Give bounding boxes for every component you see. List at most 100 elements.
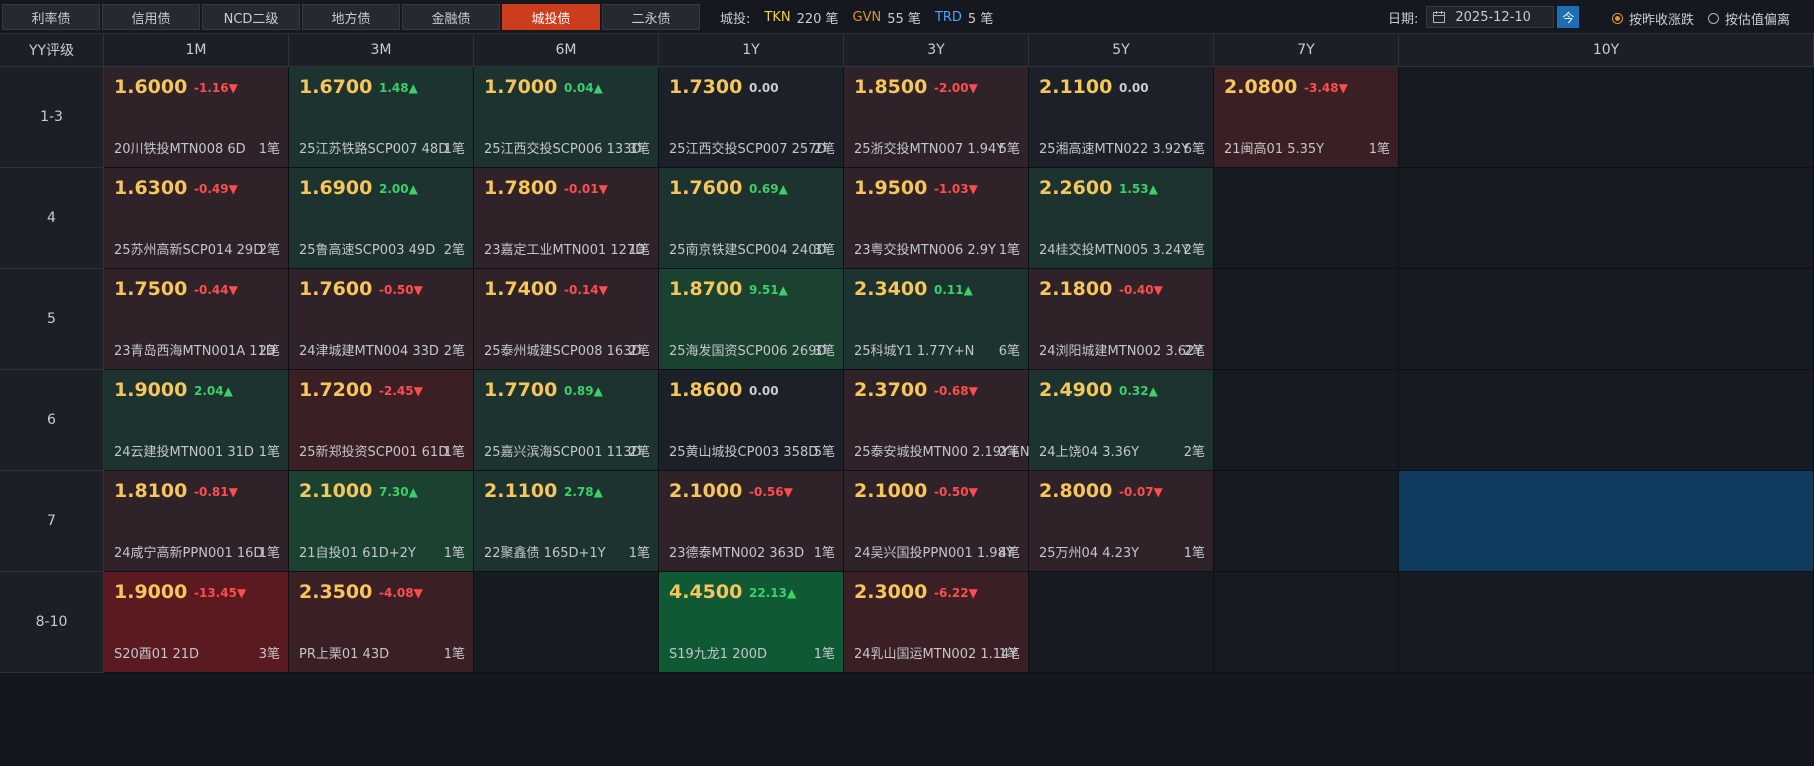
cell-trade-count: 1笔 [628, 546, 650, 561]
yield-cell[interactable]: 1.7700 0.89▲ 25嘉兴滨海SCP001 113D 2笔 [474, 370, 659, 471]
empty-cell[interactable] [1214, 471, 1399, 572]
yield-cell[interactable]: 1.8100 -0.81▼ 24咸宁高新PPN001 16D 1笔 [104, 471, 289, 572]
yield-cell[interactable]: 1.8600 0.00 25黄山城投CP003 358D 5笔 [659, 370, 844, 471]
date-input[interactable]: 2025-12-10 [1426, 6, 1555, 28]
yield-cell[interactable]: 1.7500 -0.44▼ 23青岛西海MTN001A 11D 2笔 [104, 269, 289, 370]
tenor-header[interactable]: 3M [289, 34, 474, 67]
cell-trade-count: 1笔 [998, 647, 1020, 662]
empty-cell[interactable] [1214, 572, 1399, 673]
yield-cell[interactable]: 1.7600 0.69▲ 25南京铁建SCP004 240D 3笔 [659, 168, 844, 269]
cell-bond-name: 24咸宁高新PPN001 16D [114, 546, 264, 561]
cell-trade-count: 1笔 [1368, 142, 1390, 157]
radio-option-0[interactable]: 按昨收涨跌 [1612, 9, 1694, 28]
yield-cell[interactable]: 4.4500 22.13▲ S19九龙1 200D 1笔 [659, 572, 844, 673]
cell-yield: 1.6000 [114, 76, 188, 98]
empty-cell[interactable] [1399, 370, 1814, 471]
cell-trade-count: 5笔 [998, 142, 1020, 157]
yield-cell[interactable]: 1.7600 -0.50▼ 24津城建MTN004 33D 2笔 [289, 269, 474, 370]
empty-cell[interactable] [1214, 370, 1399, 471]
yield-cell[interactable]: 2.1800 -0.40▼ 24浏阳城建MTN002 3.62Y 2笔 [1029, 269, 1214, 370]
tenor-header[interactable]: 6M [474, 34, 659, 67]
tenor-header[interactable]: 10Y [1399, 34, 1814, 67]
yield-cell[interactable]: 2.8000 -0.07▼ 25万州04 4.23Y 1笔 [1029, 471, 1214, 572]
yield-cell[interactable]: 1.8700 9.51▲ 25海发国资SCP006 269D 3笔 [659, 269, 844, 370]
yield-cell[interactable]: 1.6900 2.00▲ 25鲁高速SCP003 49D 2笔 [289, 168, 474, 269]
empty-cell[interactable] [1214, 269, 1399, 370]
cell-trade-count: 2笔 [813, 142, 835, 157]
yield-cell[interactable]: 1.7800 -0.01▼ 23嘉定工业MTN001 127D 1笔 [474, 168, 659, 269]
yield-cell[interactable]: 1.9000 2.04▲ 24云建投MTN001 31D 1笔 [104, 370, 289, 471]
yield-cell[interactable]: 1.9500 -1.03▼ 23粤交投MTN006 2.9Y 1笔 [844, 168, 1029, 269]
tenor-header[interactable]: 1M [104, 34, 289, 67]
cell-yield: 2.3400 [854, 278, 928, 300]
cell-change: -0.44▼ [194, 283, 238, 297]
empty-cell[interactable] [1399, 572, 1814, 673]
tenor-header[interactable]: 3Y [844, 34, 1029, 67]
yield-cell[interactable]: 2.2600 1.53▲ 24桂交投MTN005 3.24Y 2笔 [1029, 168, 1214, 269]
yield-cell[interactable]: 1.6300 -0.49▼ 25苏州高新SCP014 29D 2笔 [104, 168, 289, 269]
empty-cell[interactable] [1399, 168, 1814, 269]
tab-0[interactable]: 利率债 [2, 4, 100, 30]
date-label: 日期: [1388, 11, 1419, 27]
cell-bond-name: 25南京铁建SCP004 240D [669, 243, 827, 258]
yield-cell[interactable]: 2.3500 -4.08▼ PR上栗01 43D 1笔 [289, 572, 474, 673]
yield-cell[interactable]: 1.7000 0.04▲ 25江西交投SCP006 133D 3笔 [474, 67, 659, 168]
tab-6[interactable]: 二永债 [602, 4, 700, 30]
tab-2[interactable]: NCD二级 [202, 4, 300, 30]
cell-trade-count: 2笔 [998, 445, 1020, 460]
cell-yield: 1.7700 [484, 379, 558, 401]
yield-cell[interactable]: 2.3000 -6.22▼ 24乳山国运MTN002 1.14Y 1笔 [844, 572, 1029, 673]
empty-cell[interactable] [474, 572, 659, 673]
selected-empty-cell[interactable] [1399, 471, 1814, 572]
tab-5[interactable]: 城投债 [502, 4, 600, 30]
empty-cell[interactable] [1214, 168, 1399, 269]
today-button[interactable]: 今 [1557, 6, 1580, 28]
tab-3[interactable]: 地方债 [302, 4, 400, 30]
cell-bond-name: 24桂交投MTN005 3.24Y [1039, 243, 1190, 258]
empty-cell[interactable] [1399, 269, 1814, 370]
cell-trade-count: 1笔 [998, 243, 1020, 258]
cell-change: 0.11▲ [934, 283, 973, 297]
yield-cell[interactable]: 1.6000 -1.16▼ 20川铁投MTN008 6D 1笔 [104, 67, 289, 168]
yield-cell[interactable]: 2.1100 0.00 25湘高速MTN022 3.92Y 6笔 [1029, 67, 1214, 168]
cell-yield: 1.8500 [854, 76, 928, 98]
yield-cell[interactable]: 2.1000 7.30▲ 21自投01 61D+2Y 1笔 [289, 471, 474, 572]
yield-cell[interactable]: 2.3400 0.11▲ 25科城Y1 1.77Y+N 6笔 [844, 269, 1029, 370]
rating-row-label: 5 [0, 269, 104, 370]
cell-change: -1.16▼ [194, 81, 238, 95]
yield-cell[interactable]: 1.7200 -2.45▼ 25新郑投资SCP001 61D 1笔 [289, 370, 474, 471]
yield-cell[interactable]: 2.0800 -3.48▼ 21闽高01 5.35Y 1笔 [1214, 67, 1399, 168]
cell-bond-name: 24云建投MTN001 31D [114, 445, 254, 460]
tab-4[interactable]: 金融债 [402, 4, 500, 30]
rating-row-label: 7 [0, 471, 104, 572]
tab-1[interactable]: 信用债 [102, 4, 200, 30]
yield-cell[interactable]: 2.1000 -0.56▼ 23德泰MTN002 363D 1笔 [659, 471, 844, 572]
cell-change: -0.14▼ [564, 283, 608, 297]
cell-yield: 1.6900 [299, 177, 373, 199]
yield-cell[interactable]: 1.9000 -13.45▼ S20酉01 21D 3笔 [104, 572, 289, 673]
tenor-header[interactable]: 1Y [659, 34, 844, 67]
yield-cell[interactable]: 1.6700 1.48▲ 25江苏铁路SCP007 48D 1笔 [289, 67, 474, 168]
empty-cell[interactable] [1029, 572, 1214, 673]
empty-cell[interactable] [1399, 67, 1814, 168]
yield-cell[interactable]: 2.1100 2.78▲ 22聚鑫债 165D+1Y 1笔 [474, 471, 659, 572]
yield-cell[interactable]: 1.7300 0.00 25江西交投SCP007 257D 2笔 [659, 67, 844, 168]
cell-change: 0.89▲ [564, 384, 603, 398]
cell-bond-name: PR上栗01 43D [299, 647, 390, 662]
cell-change: -0.07▼ [1119, 485, 1163, 499]
yield-cell[interactable]: 2.1000 -0.50▼ 24吴兴国投PPN001 1.98Y 4笔 [844, 471, 1029, 572]
tenor-header[interactable]: 5Y [1029, 34, 1214, 67]
tenor-header[interactable]: 7Y [1214, 34, 1399, 67]
yield-cell[interactable]: 2.3700 -0.68▼ 25泰安城投MTN00 2.19Y+N 2笔 [844, 370, 1030, 471]
cell-bond-name: 25鲁高速SCP003 49D [299, 243, 436, 258]
cell-change: -13.45▼ [194, 586, 247, 600]
cell-change: -0.40▼ [1119, 283, 1163, 297]
cell-bond-name: S20酉01 21D [114, 647, 200, 662]
cell-change: -0.50▼ [934, 485, 978, 499]
trd-label: TRD [934, 10, 962, 25]
radio-option-1[interactable]: 按估值偏离 [1708, 9, 1790, 28]
yield-cell[interactable]: 2.4900 0.32▲ 24上饶04 3.36Y 2笔 [1029, 370, 1214, 471]
cell-yield: 2.4900 [1039, 379, 1113, 401]
yield-cell[interactable]: 1.8500 -2.00▼ 25浙交投MTN007 1.94Y 5笔 [844, 67, 1029, 168]
yield-cell[interactable]: 1.7400 -0.14▼ 25泰州城建SCP008 163D 2笔 [474, 269, 659, 370]
